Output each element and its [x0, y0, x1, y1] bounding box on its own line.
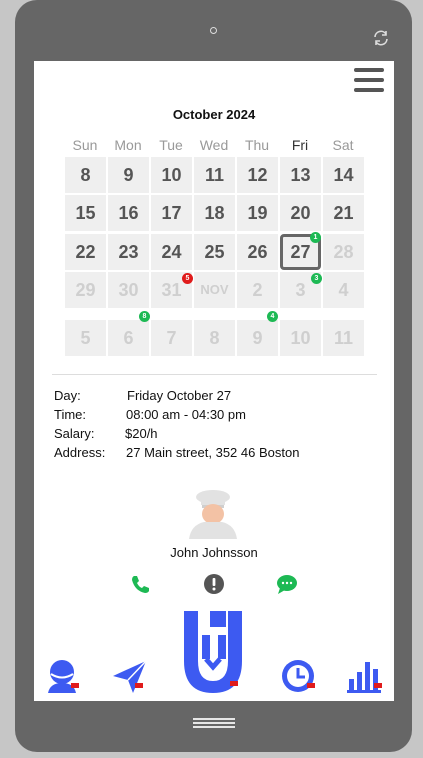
address-label: Address:	[54, 445, 106, 460]
rotate-icon[interactable]	[372, 29, 390, 47]
calendar-day-cell[interactable]: NOV	[194, 272, 235, 308]
calendar-day-cell[interactable]: 24	[151, 234, 192, 270]
weekday-header: Tue	[159, 137, 183, 153]
calendar-day-cell[interactable]: 8	[65, 157, 106, 193]
calendar-day-cell[interactable]: 28	[323, 234, 364, 270]
calendar-day-cell[interactable]: 23	[108, 234, 149, 270]
calendar-day-cell[interactable]: 21	[323, 195, 364, 231]
event-badge: 3	[311, 273, 322, 284]
calendar-day-cell[interactable]: 25	[194, 234, 235, 270]
weekday-header: Sun	[72, 137, 98, 153]
address-value: 27 Main street, 352 46 Boston	[126, 445, 300, 460]
contact-name: John Johnsson	[170, 545, 258, 560]
calendar-day-cell[interactable]: 5	[65, 320, 106, 356]
weekday-header: Sat	[332, 137, 354, 153]
event-badge: 5	[182, 273, 193, 284]
app-screen: October 2024 Sun Mon Tue Wed Thu Fri Sat 8 9 10 1…	[34, 61, 394, 701]
calendar-day-cell[interactable]: 10	[280, 320, 321, 356]
alert-icon[interactable]	[203, 573, 225, 595]
calendar-day-cell[interactable]: 9	[108, 157, 149, 193]
calendar-day-cell[interactable]: 13	[280, 157, 321, 193]
calendar-day-cell[interactable]: 17	[151, 195, 192, 231]
calendar-day-cell[interactable]: 9	[237, 320, 278, 356]
calendar-day-cell[interactable]: 22	[65, 234, 106, 270]
calendar-day-cell[interactable]: 20	[280, 195, 321, 231]
day-label: Day:	[54, 388, 81, 403]
home-button[interactable]	[193, 718, 235, 730]
weekday-header: Wed	[199, 137, 229, 153]
calendar-day-cell[interactable]: 16	[108, 195, 149, 231]
event-badge: 4	[267, 311, 278, 322]
calendar-day-cell[interactable]: 10	[151, 157, 192, 193]
calendar-day-cell[interactable]: 26	[237, 234, 278, 270]
profile-icon[interactable]	[46, 659, 81, 695]
weekday-header: Thu	[244, 137, 270, 153]
camera-icon	[210, 27, 217, 34]
calendar-day-cell[interactable]: 15	[65, 195, 106, 231]
divider	[52, 374, 377, 375]
chef-avatar-icon	[189, 490, 237, 539]
logo-icon[interactable]	[182, 609, 244, 695]
event-badge: 8	[139, 311, 150, 322]
stats-icon[interactable]	[346, 659, 384, 695]
calendar-day-cell[interactable]: 8	[194, 320, 235, 356]
time-value: 08:00 am - 04:30 pm	[126, 407, 246, 422]
calendar-day-cell[interactable]: 19	[237, 195, 278, 231]
calendar-day-cell[interactable]: 7	[151, 320, 192, 356]
menu-icon[interactable]	[354, 68, 384, 93]
clock-icon[interactable]	[281, 659, 319, 695]
calendar-day-cell[interactable]: 29	[65, 272, 106, 308]
time-label: Time:	[54, 407, 87, 422]
weekday-header: Mon	[114, 137, 142, 153]
day-value: Friday October 27	[127, 388, 232, 403]
calendar-day-cell[interactable]: 11	[323, 320, 364, 356]
chat-icon[interactable]	[276, 573, 298, 595]
salary-label: Salary:	[54, 426, 95, 441]
event-badge: 1	[310, 232, 321, 243]
month-title: October 2024	[172, 107, 256, 122]
weekday-header: Fri	[291, 137, 309, 153]
calendar-day-cell[interactable]: 14	[323, 157, 364, 193]
calendar-day-cell[interactable]: 6	[108, 320, 149, 356]
calendar-day-cell[interactable]: 18	[194, 195, 235, 231]
calendar-day-cell[interactable]: 4	[323, 272, 364, 308]
salary-value: $20/h	[125, 426, 158, 441]
calendar-day-cell[interactable]: 30	[108, 272, 149, 308]
send-icon[interactable]	[111, 659, 148, 695]
calendar-day-cell[interactable]: 11	[194, 157, 235, 193]
calendar-day-cell[interactable]: 12	[237, 157, 278, 193]
calendar-day-cell[interactable]: 2	[237, 272, 278, 308]
phone-icon[interactable]	[129, 573, 151, 595]
